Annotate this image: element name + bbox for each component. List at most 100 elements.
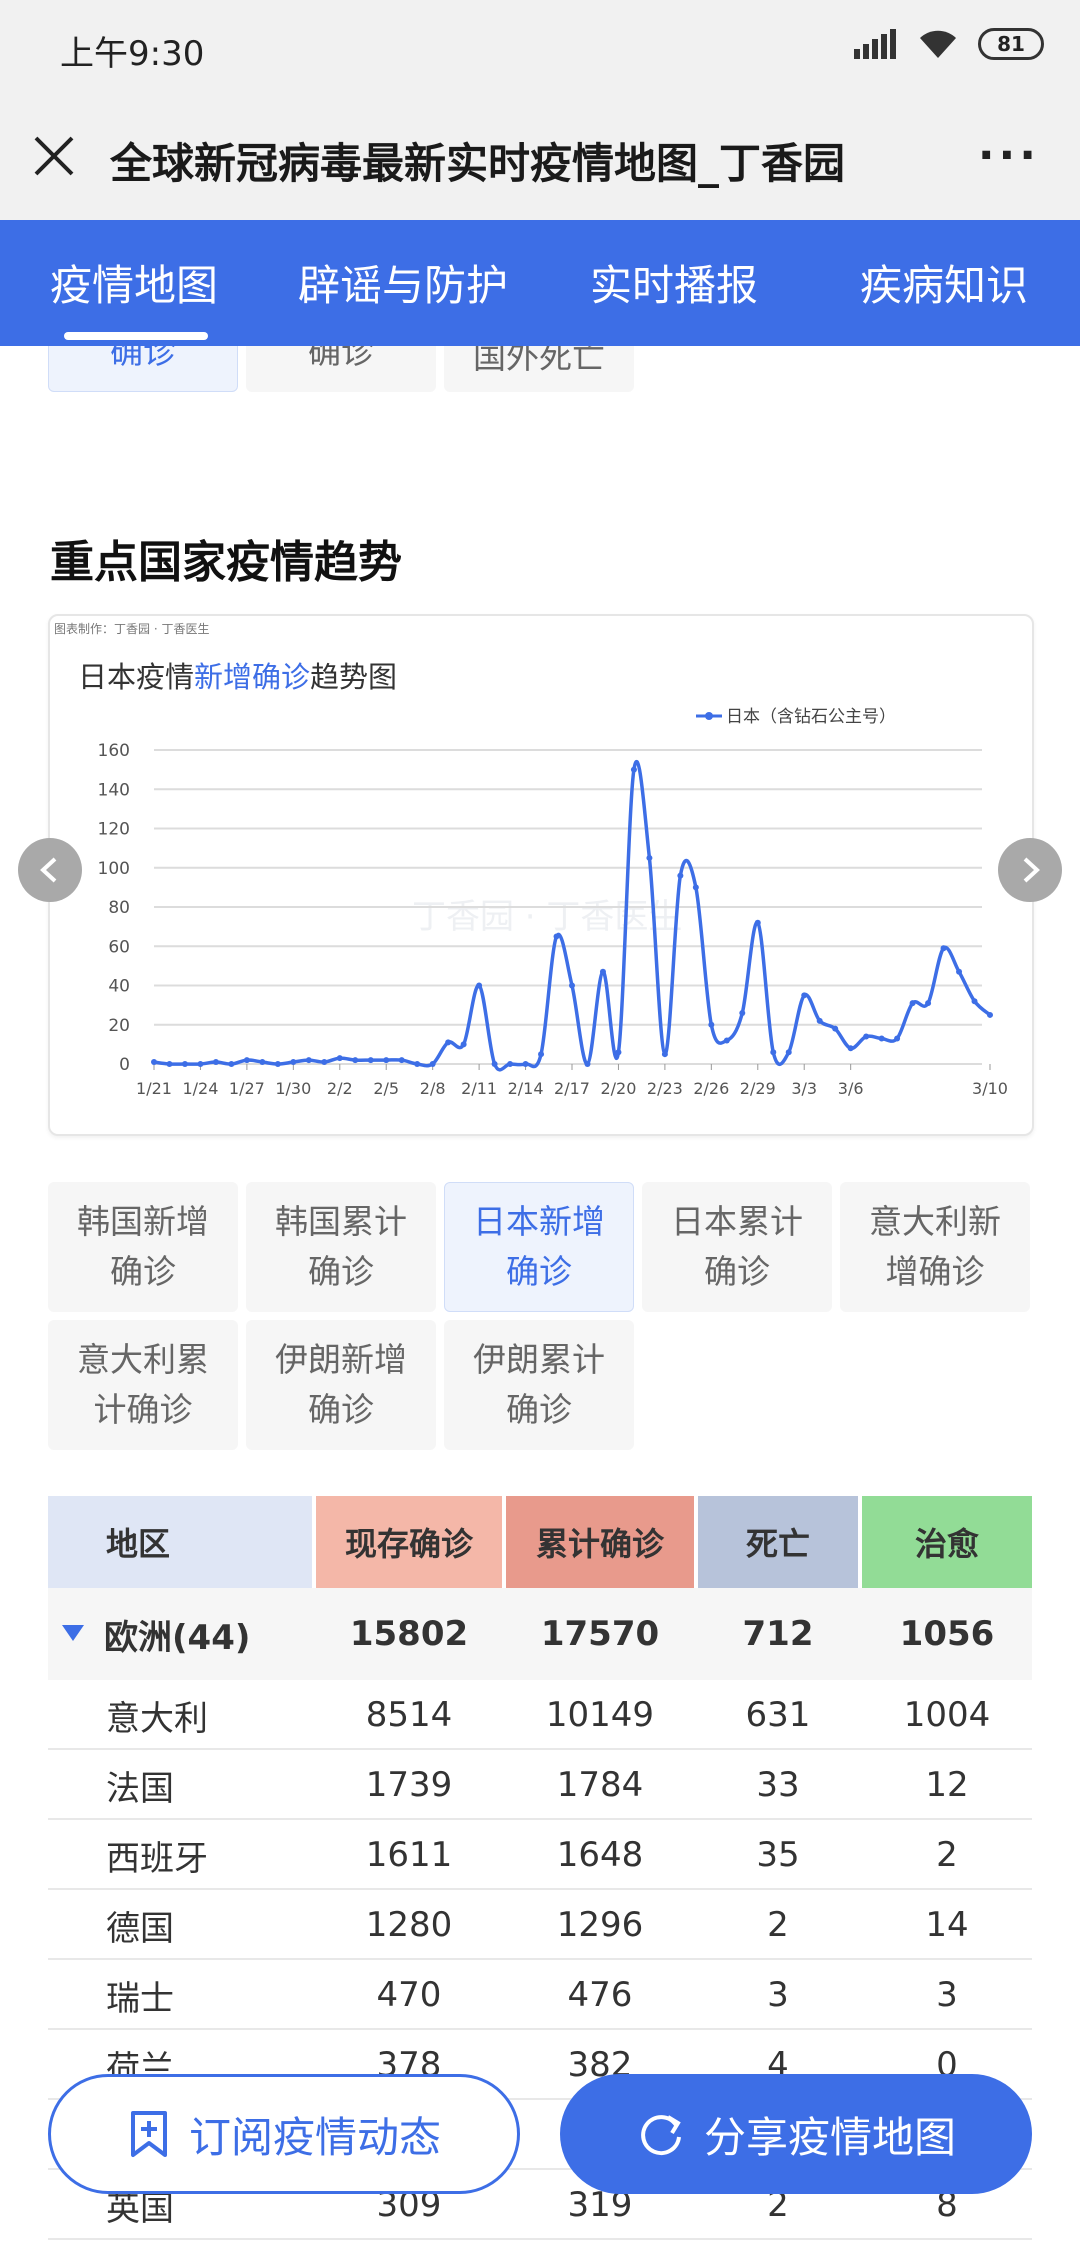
cell-current: 470 [376, 1975, 442, 2015]
tab-live-report[interactable]: 实时播报 [590, 252, 758, 313]
data-point [553, 933, 560, 940]
share-button[interactable]: 分享疫情地图 [560, 2074, 1032, 2194]
data-point [987, 1011, 993, 1018]
cell-recovered: 3 [936, 1975, 958, 2015]
x-tick-label: 2/26 [693, 1079, 729, 1098]
legend-marker [705, 712, 713, 720]
cell-region: 瑞士 [106, 1978, 174, 2019]
cell-current: 1739 [365, 1765, 453, 1805]
chart-next-button[interactable] [998, 838, 1062, 902]
data-point [971, 998, 978, 1005]
close-icon[interactable] [30, 126, 80, 186]
korea-new-button[interactable]: 韩国新增确诊 [48, 1182, 238, 1312]
cell-region: 意大利 [106, 1698, 208, 1739]
japan-new-button[interactable]: 日本新增确诊 [444, 1182, 634, 1312]
data-point [538, 1051, 545, 1058]
header-recovered: 治愈 [862, 1496, 1032, 1588]
tab-disease-knowledge[interactable]: 疾病知识 [860, 252, 1028, 313]
more-options-icon[interactable]: ··· [978, 130, 1040, 181]
data-point [863, 1033, 870, 1040]
table-row[interactable]: 西班牙 1611 1648 35 2 [48, 1820, 1032, 1890]
korea-total-button[interactable]: 韩国累计确诊 [246, 1182, 436, 1312]
cell-current: 1280 [365, 1905, 453, 1945]
cell-total: 1648 [556, 1835, 644, 1875]
data-point [181, 1061, 188, 1067]
data-point [367, 1057, 374, 1064]
x-tick-label: 2/29 [740, 1079, 776, 1098]
data-point [491, 1061, 498, 1067]
data-point [816, 1017, 823, 1024]
status-icons: 81 [854, 28, 1044, 60]
y-tick-label: 120 [98, 820, 130, 840]
data-point [723, 1037, 730, 1044]
chevron-left-icon [40, 857, 57, 883]
main-content[interactable]: 国外新增确诊 国外累计确诊 国外死亡 重点国家疫情趋势 图表制作：丁香园 · 丁… [0, 346, 1080, 2248]
cell-total: 1784 [556, 1765, 644, 1805]
x-tick-label: 2/11 [461, 1079, 497, 1098]
section-title: 重点国家疫情趋势 [50, 537, 402, 588]
x-tick-label: 1/27 [229, 1079, 265, 1098]
x-tick-label: 1/30 [275, 1079, 311, 1098]
table-row[interactable]: 德国 1280 1296 2 14 [48, 1890, 1032, 1960]
cell-recovered: 14 [925, 1905, 969, 1945]
tab-rumor-protection[interactable]: 辟谣与防护 [298, 252, 508, 313]
x-tick-label: 3/6 [838, 1079, 864, 1098]
iran-new-button[interactable]: 伊朗新增确诊 [246, 1320, 436, 1450]
data-point [336, 1055, 343, 1062]
data-point [615, 1049, 622, 1056]
data-point [584, 1061, 591, 1067]
group-recovered-cell: 1056 [899, 1614, 995, 1654]
y-tick-label: 40 [108, 977, 130, 997]
data-point [940, 945, 947, 952]
cell-deaths: 35 [756, 1835, 800, 1875]
chart-prev-button[interactable] [18, 838, 82, 902]
wifi-icon [920, 30, 956, 58]
data-point [569, 982, 575, 989]
x-tick-label: 1/24 [182, 1079, 218, 1098]
data-point [925, 1000, 932, 1007]
italy-new-button[interactable]: 意大利新增确诊 [840, 1182, 1030, 1312]
tab-epidemic-map[interactable]: 疫情地图 [50, 252, 218, 313]
table-row[interactable]: 意大利 8514 10149 631 1004 [48, 1680, 1032, 1750]
line-chart: 丁香园 · 丁香医生 0 20 40 60 80 100 120 140 160 1/21 1/24 1… [98, 707, 1008, 1098]
cell-deaths: 631 [745, 1695, 811, 1735]
data-point [894, 1035, 901, 1042]
japan-total-button[interactable]: 日本累计确诊 [642, 1182, 832, 1312]
table-row[interactable]: 瑞士 470 476 3 3 [48, 1960, 1032, 2030]
cell-recovered: 1004 [903, 1695, 991, 1735]
group-row-europe[interactable]: 欧洲(44) 15802 17570 712 1056 [48, 1588, 1032, 1680]
group-total-cell: 17570 [540, 1614, 660, 1654]
table-row[interactable]: 法国 1739 1784 33 12 [48, 1750, 1032, 1820]
data-point [692, 884, 699, 891]
y-tick-label: 100 [98, 859, 130, 879]
data-point [383, 1057, 390, 1064]
signal-icon [854, 29, 896, 59]
data-point [445, 1039, 452, 1046]
collapse-triangle-icon [62, 1625, 84, 1641]
global-deaths-button[interactable]: 国外死亡 [444, 346, 634, 392]
x-tick-label: 3/10 [972, 1079, 1008, 1098]
cell-region: 德国 [106, 1908, 174, 1949]
italy-total-button[interactable]: 意大利累计确诊 [48, 1320, 238, 1450]
header-deaths: 死亡 [698, 1496, 858, 1588]
cell-recovered: 2 [936, 1835, 958, 1875]
data-point [801, 992, 808, 999]
data-point [414, 1061, 421, 1067]
iran-total-button[interactable]: 伊朗累计确诊 [444, 1320, 634, 1450]
cell-deaths: 2 [767, 1905, 789, 1945]
data-point [770, 1049, 777, 1056]
data-point [661, 1051, 668, 1058]
x-tick-label: 1/21 [136, 1079, 172, 1098]
data-point [522, 1061, 529, 1067]
global-total-confirmed-button[interactable]: 国外累计确诊 [246, 346, 436, 392]
subscribe-button[interactable]: 订阅疫情动态 [48, 2074, 520, 2194]
x-tick-label: 2/2 [327, 1079, 353, 1098]
y-tick-label: 80 [108, 898, 130, 918]
data-point [599, 968, 606, 975]
data-point [739, 1009, 746, 1016]
data-point [909, 1000, 916, 1007]
data-point [259, 1059, 266, 1066]
data-point [785, 1049, 792, 1056]
header-total-confirmed: 累计确诊 [506, 1496, 694, 1588]
global-new-confirmed-button[interactable]: 国外新增确诊 [48, 346, 238, 392]
